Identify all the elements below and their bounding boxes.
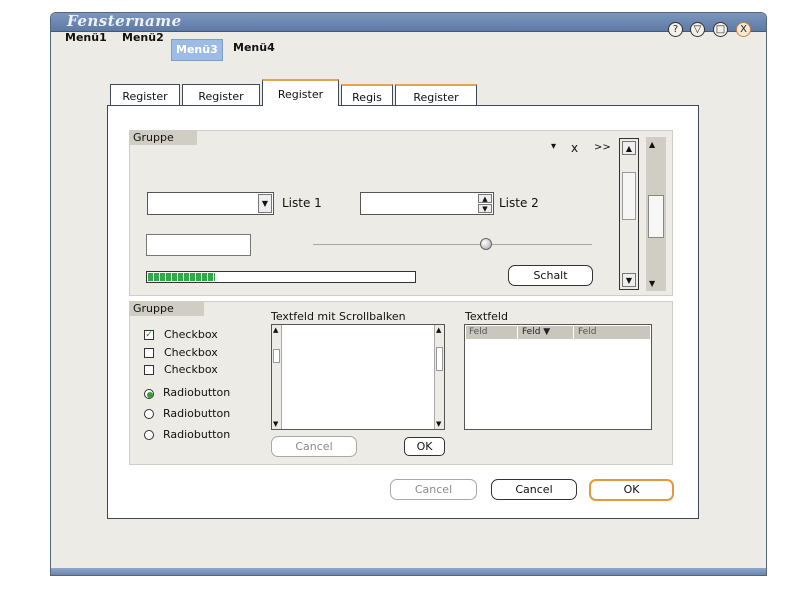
progress-bar: [146, 271, 416, 283]
scroll-down-icon[interactable]: ▼: [436, 420, 441, 428]
close-button[interactable]: X: [736, 22, 751, 37]
tab-register-active[interactable]: Register: [262, 79, 339, 106]
checkbox-label: Checkbox: [164, 346, 218, 359]
ok-button[interactable]: OK: [589, 479, 674, 501]
liste1-label: Liste 1: [282, 196, 322, 210]
checkbox-label: Checkbox: [164, 328, 218, 341]
radio-label: Radiobutton: [163, 428, 231, 441]
ok-button-small[interactable]: OK: [404, 437, 445, 456]
table-title: Textfeld: [465, 310, 508, 323]
column-divider: [517, 326, 518, 339]
help-button[interactable]: ?: [668, 22, 683, 37]
more-chevrons-icon[interactable]: >>: [594, 142, 611, 153]
scroll-down-icon[interactable]: ▼: [622, 273, 636, 287]
dropdown-icon[interactable]: ▾: [551, 141, 556, 152]
table-header-cell[interactable]: Feld: [578, 327, 596, 337]
radio-2[interactable]: [144, 409, 154, 419]
panel-scrollbar[interactable]: ▲ ▼: [646, 137, 666, 291]
column-divider: [573, 326, 574, 339]
table-header-cell-sorted[interactable]: Feld ▼: [522, 327, 550, 337]
scroll-thumb[interactable]: [273, 349, 280, 363]
spinner-liste2[interactable]: ▲ ▼: [360, 192, 494, 215]
scroll-up-icon[interactable]: ▲: [436, 326, 441, 334]
spin-down-icon[interactable]: ▼: [478, 204, 492, 213]
combo-box-liste1[interactable]: ▼: [147, 192, 274, 215]
cancel-button-disabled[interactable]: Cancel: [390, 479, 477, 500]
progress-fill: [148, 273, 215, 281]
maximize-button[interactable]: □: [713, 22, 728, 37]
spin-up-icon[interactable]: ▲: [478, 194, 492, 203]
radio-label: Radiobutton: [163, 407, 231, 420]
text-field[interactable]: [146, 234, 251, 256]
textarea-title: Textfeld mit Scrollbalken: [271, 310, 406, 323]
scroll-up-icon[interactable]: ▲: [649, 140, 655, 149]
menu-item-menu4[interactable]: Menü4: [231, 39, 277, 57]
menu-item-menu3[interactable]: Menü3: [171, 39, 223, 61]
menu-item-menu1[interactable]: Menü1: [63, 29, 109, 47]
scroll-up-icon[interactable]: ▲: [622, 141, 636, 155]
scroll-thumb[interactable]: [648, 195, 664, 238]
checkbox-3[interactable]: [144, 365, 154, 375]
schalt-button[interactable]: Schalt: [508, 265, 593, 286]
group-label: Gruppe: [130, 302, 204, 316]
window-bottom-border: [51, 568, 766, 575]
cancel-button-disabled[interactable]: Cancel: [271, 436, 357, 457]
checkbox-box[interactable]: ✓: [144, 330, 154, 340]
liste2-label: Liste 2: [499, 196, 539, 210]
chevron-down-icon[interactable]: ▼: [258, 194, 272, 213]
slider-track[interactable]: [313, 244, 592, 245]
table[interactable]: Feld Feld ▼ Feld: [464, 324, 652, 430]
table-header: [466, 326, 650, 339]
checkbox-label: Checkbox: [164, 363, 218, 376]
cancel-button[interactable]: Cancel: [491, 479, 577, 500]
close-icon[interactable]: x: [571, 141, 578, 155]
scroll-thumb[interactable]: [622, 172, 636, 220]
left-scrollbar[interactable]: ▲ ▼: [272, 325, 282, 429]
radio-label: Radiobutton: [163, 386, 231, 399]
menu-item-menu2[interactable]: Menü2: [120, 29, 166, 47]
list-scrollbar[interactable]: ▲ ▼: [619, 138, 639, 290]
window-title: Fenstername: [67, 12, 182, 30]
checkbox-2[interactable]: [144, 348, 154, 358]
radio-1[interactable]: [144, 389, 154, 399]
scroll-thumb[interactable]: [436, 347, 443, 371]
slider-thumb[interactable]: [479, 238, 492, 250]
table-header-cell[interactable]: Feld: [469, 327, 487, 337]
scroll-up-icon[interactable]: ▲: [273, 326, 278, 334]
textarea[interactable]: ▲ ▼ ▲ ▼: [271, 324, 445, 430]
right-scrollbar[interactable]: ▲ ▼: [434, 325, 444, 429]
minimize-button[interactable]: ▽: [690, 22, 705, 37]
group-label: Gruppe: [130, 131, 197, 145]
scroll-down-icon[interactable]: ▼: [649, 279, 655, 288]
radio-3[interactable]: [144, 430, 154, 440]
scroll-down-icon[interactable]: ▼: [273, 420, 278, 428]
